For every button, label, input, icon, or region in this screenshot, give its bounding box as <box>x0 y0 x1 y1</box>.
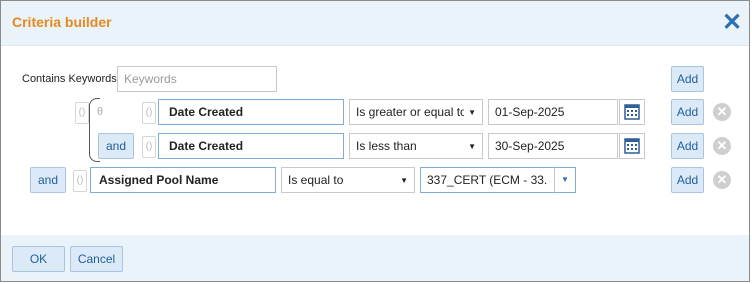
row3-paren-toggle[interactable]: () <box>73 170 87 192</box>
row2-field-input[interactable]: Date Created <box>158 133 344 159</box>
row1-add-button[interactable]: Add <box>671 99 704 125</box>
row1-group-symbol: θ <box>97 106 104 118</box>
dialog-titlebar: Criteria builder ✕ <box>1 1 749 46</box>
row3-value-combobox[interactable]: 337_CERT (ECM - 33... <box>420 167 554 193</box>
calendar-icon[interactable] <box>619 99 645 125</box>
chevron-down-icon: ▼ <box>468 141 476 151</box>
row2-operator-value: Is less than <box>356 139 417 153</box>
contains-keywords-label: Contains Keywords <box>22 73 117 85</box>
row3-field-input[interactable]: Assigned Pool Name <box>90 167 276 193</box>
keywords-add-button[interactable]: Add <box>671 66 704 92</box>
row3-add-button[interactable]: Add <box>671 167 704 193</box>
cancel-button[interactable]: Cancel <box>70 246 123 272</box>
close-icon[interactable]: ✕ <box>720 9 744 37</box>
row2-add-button[interactable]: Add <box>671 133 704 159</box>
row1-inner-paren-toggle[interactable]: () <box>142 102 156 124</box>
dialog-footer: OK Cancel <box>1 235 749 281</box>
row1-field-input[interactable]: Date Created <box>158 99 344 125</box>
row1-date-input[interactable]: 01-Sep-2025 <box>488 99 618 125</box>
row3-operator-select[interactable]: Is equal to ▼ <box>281 167 415 193</box>
row3-remove-icon[interactable]: ✕ <box>713 171 731 189</box>
row2-date-input[interactable]: 30-Sep-2025 <box>488 133 618 159</box>
row1-remove-icon[interactable]: ✕ <box>713 103 731 121</box>
row2-paren-toggle[interactable]: () <box>142 136 156 158</box>
dialog-title: Criteria builder <box>12 14 112 30</box>
row3-operator-value: Is equal to <box>288 173 344 187</box>
row1-operator-select[interactable]: Is greater or equal to ▼ <box>349 99 483 125</box>
row1-paren-toggle[interactable]: () <box>75 102 89 124</box>
calendar-icon[interactable] <box>619 133 645 159</box>
keywords-input[interactable]: Keywords <box>117 66 277 92</box>
chevron-down-icon: ▼ <box>468 107 476 117</box>
row2-remove-icon[interactable]: ✕ <box>713 137 731 155</box>
criteria-builder-dialog: Criteria builder ✕ Contains Keywords Key… <box>0 0 750 282</box>
row3-connector-button[interactable]: and <box>30 167 66 193</box>
row1-operator-value: Is greater or equal to <box>356 105 465 119</box>
row3-value-text: 337_CERT (ECM - 33... <box>427 173 548 187</box>
row2-operator-select[interactable]: Is less than ▼ <box>349 133 483 159</box>
keywords-placeholder: Keywords <box>124 72 177 86</box>
chevron-down-icon: ▼ <box>400 175 408 185</box>
chevron-down-icon[interactable]: ▼ <box>554 167 576 193</box>
ok-button[interactable]: OK <box>12 246 65 272</box>
row2-connector-button[interactable]: and <box>98 133 134 159</box>
